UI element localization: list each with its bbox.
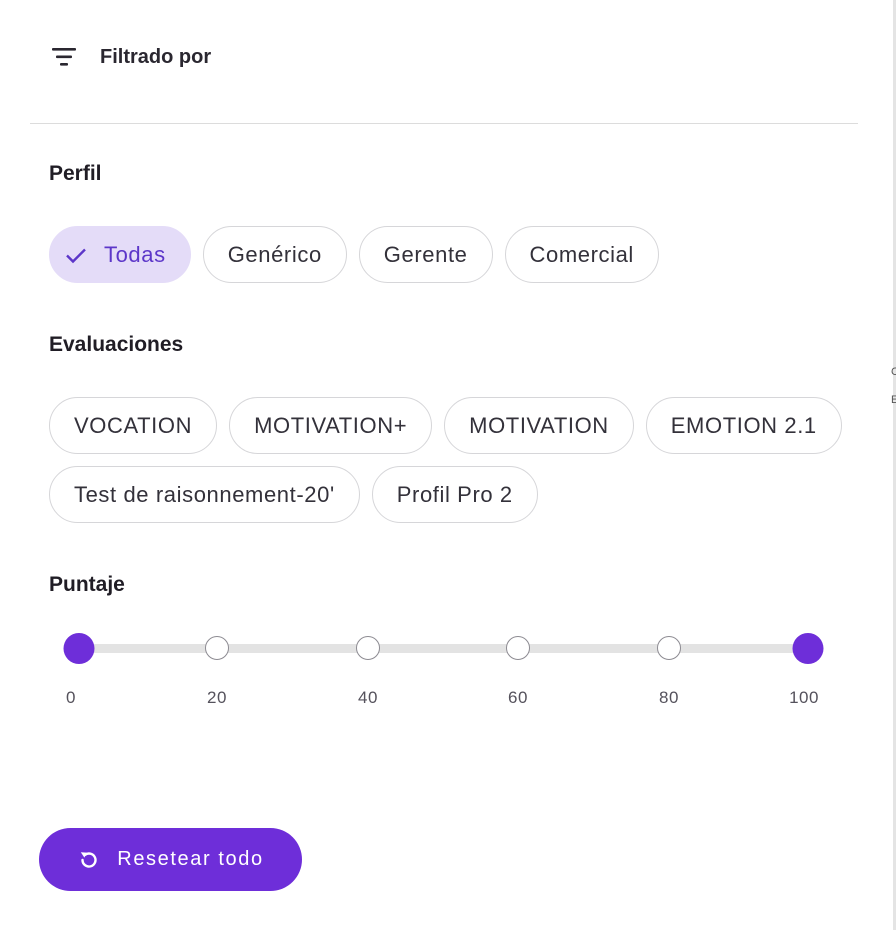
chip-eval-test-raisonnement[interactable]: Test de raisonnement-20'	[49, 466, 360, 523]
chip-label: Gerente	[383, 241, 468, 267]
slider-handle-min[interactable]	[63, 633, 95, 664]
chip-label: VOCATION	[74, 412, 193, 438]
offscreen-text: E	[891, 394, 896, 406]
slider-step-60[interactable]	[506, 636, 530, 660]
chip-eval-vocation[interactable]: VOCATION	[49, 397, 218, 454]
chip-profile-todas[interactable]: Todas	[49, 226, 191, 283]
slider-step-80[interactable]	[657, 636, 681, 660]
header-title: Filtrado por	[100, 45, 212, 68]
chip-label: MOTIVATION	[469, 412, 609, 438]
reset-all-button[interactable]: Resetear todo	[39, 828, 302, 891]
filter-icon	[50, 43, 78, 71]
slider-step-20[interactable]	[205, 636, 229, 660]
chip-eval-motivation[interactable]: MOTIVATION	[444, 397, 634, 454]
chip-profile-comercial[interactable]: Comercial	[504, 226, 659, 283]
evaluations-chip-row-1: VOCATION MOTIVATION+ MOTIVATION EMOTION …	[49, 397, 842, 454]
chip-label: Todas	[104, 241, 166, 267]
refresh-icon	[77, 847, 103, 873]
evaluations-section-title: Evaluaciones	[49, 333, 184, 356]
chip-eval-motivation-plus[interactable]: MOTIVATION+	[229, 397, 433, 454]
slider-tick-label: 40	[358, 688, 378, 707]
reset-label: Resetear todo	[117, 848, 264, 870]
check-icon	[64, 242, 90, 268]
score-section-title: Puntaje	[49, 573, 125, 596]
slider-tick-label: 0	[66, 688, 76, 707]
chip-profile-gerente[interactable]: Gerente	[358, 226, 493, 283]
chip-label: Genérico	[227, 241, 322, 267]
profile-section-title: Perfil	[49, 162, 102, 185]
chip-label: Comercial	[529, 241, 634, 267]
slider-tick-label: 80	[659, 688, 679, 707]
score-range-slider[interactable]	[63, 628, 824, 668]
slider-tick-label: 100	[789, 688, 819, 707]
profile-chip-row: Todas Genérico Gerente Comercial	[49, 226, 659, 283]
evaluations-chip-row-2: Test de raisonnement-20' Profil Pro 2	[49, 466, 538, 523]
chip-label: MOTIVATION+	[254, 412, 408, 438]
slider-handle-max[interactable]	[792, 633, 824, 664]
chip-profile-generico[interactable]: Genérico	[202, 226, 347, 283]
slider-tick-label: 60	[508, 688, 528, 707]
chip-label: EMOTION 2.1	[670, 412, 817, 438]
slider-tick-label: 20	[207, 688, 227, 707]
slider-track	[79, 644, 809, 653]
slider-step-40[interactable]	[356, 636, 380, 660]
chip-label: Test de raisonnement-20'	[74, 481, 335, 507]
chip-eval-profil-pro[interactable]: Profil Pro 2	[371, 466, 538, 523]
chip-eval-emotion[interactable]: EMOTION 2.1	[645, 397, 842, 454]
chip-label: Profil Pro 2	[396, 481, 513, 507]
offscreen-text: C	[891, 366, 896, 378]
divider	[30, 123, 858, 124]
filter-header: Filtrado por	[50, 42, 211, 72]
